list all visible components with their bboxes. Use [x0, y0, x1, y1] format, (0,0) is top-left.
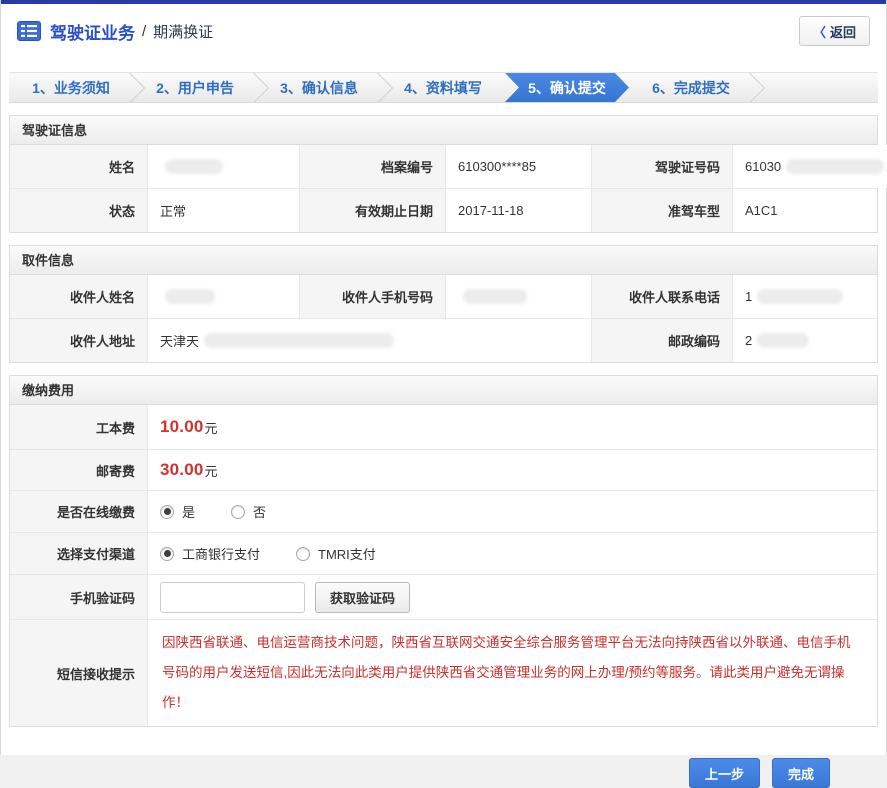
label-vehicle-class: 准驾车型 [592, 189, 733, 232]
page-title: 驾驶证业务 [50, 23, 135, 43]
radio-channel-tmri[interactable]: TMRI支付 [296, 544, 376, 563]
redacted-value [757, 289, 844, 304]
online-payment-row: 是否在线缴费 是 否 [10, 491, 877, 533]
label-postage-fee: 邮寄费 [10, 450, 148, 490]
sms-notice-text: 因陕西省联通、电信运营商技术问题，陕西省互联网交通安全综合服务管理平台无法向持陕… [148, 620, 877, 726]
label-recipient-mobile: 收件人手机号码 [300, 275, 446, 318]
page-header: 驾驶证业务 / 期满换证 〈 返回 [1, 4, 886, 58]
redacted-value [463, 289, 527, 304]
value-file-number: 610300****85 [446, 145, 592, 188]
section-pickup-info: 取件信息 收件人姓名 收件人手机号码 收件人联系电话 1 收件人地址 天津天 邮… [9, 245, 878, 363]
fee-row-postage: 邮寄费 30.00 元 [10, 450, 877, 491]
back-chevron-icon: 〈 [812, 24, 826, 40]
table-row: 收件人姓名 收件人手机号码 收件人联系电话 1 [10, 275, 877, 319]
section-pickup-title: 取件信息 [10, 246, 877, 275]
step-item-4: 4、资料填写 [404, 79, 482, 96]
label-recipient-name: 收件人姓名 [10, 275, 148, 318]
value-postage-fee: 30.00 元 [148, 450, 877, 490]
radio-unselected-icon [296, 546, 311, 561]
radio-online-yes[interactable]: 是 [160, 502, 195, 521]
radio-unselected-icon [231, 504, 246, 519]
radio-online-no[interactable]: 否 [231, 502, 266, 521]
page: 驾驶证业务 / 期满换证 〈 返回 1、业务须知 2、用户申告 3、确认信息 4… [0, 0, 887, 788]
postage-fee-amount: 30.00 [160, 460, 204, 479]
back-button[interactable]: 〈 返回 [798, 16, 870, 46]
step-item-3: 3、确认信息 [257, 73, 381, 102]
value-recipient-address: 天津天 [148, 319, 592, 362]
radio-selected-icon [160, 504, 174, 519]
value-postal-code: 2 [733, 319, 877, 362]
back-button-label: 返回 [829, 24, 856, 40]
section-license-title: 驾驶证信息 [10, 116, 877, 145]
production-fee-amount: 10.00 [160, 417, 204, 436]
table-row: 状态 正常 有效期止日期 2017-11-18 准驾车型 A1C1 [10, 189, 877, 232]
value-status: 正常 [148, 189, 300, 232]
radio-channel-icbc[interactable]: 工商银行支付 [160, 544, 260, 563]
label-online-payment: 是否在线缴费 [10, 491, 148, 532]
section-payment-title: 缴纳费用 [10, 376, 877, 405]
radio-selected-icon [160, 546, 174, 561]
label-file-number: 档案编号 [300, 145, 446, 188]
value-recipient-name [148, 275, 300, 318]
value-recipient-mobile [446, 275, 592, 318]
label-sms-code: 手机验证码 [10, 575, 148, 619]
breadcrumb-separator: / [142, 22, 147, 40]
redacted-value [165, 159, 223, 174]
label-payment-channel: 选择支付渠道 [10, 533, 148, 574]
page-subtitle: 期满换证 [153, 23, 214, 41]
value-name [148, 145, 300, 188]
value-recipient-phone: 1 [733, 275, 877, 318]
value-production-fee: 10.00 元 [148, 405, 877, 449]
value-license-number: 61030X [733, 145, 887, 188]
fee-row-production: 工本费 10.00 元 [10, 405, 877, 450]
sms-code-controls: 获取验证码 [148, 575, 877, 619]
label-license-number: 驾驶证号码 [592, 145, 733, 188]
section-payment-fees: 缴纳费用 工本费 10.00 元 邮寄费 30.00 元 是否在线缴费 是 否 … [9, 375, 878, 727]
wizard-step-nav: 1、业务须知 2、用户申告 3、确认信息 4、资料填写 5、确认提交 6、完成提… [9, 72, 878, 103]
table-row: 收件人地址 天津天 邮政编码 2 [10, 319, 877, 362]
label-postal-code: 邮政编码 [592, 319, 733, 362]
label-recipient-phone: 收件人联系电话 [592, 275, 733, 318]
document-list-icon [17, 21, 41, 41]
label-production-fee: 工本费 [10, 405, 148, 449]
step-item-2: 2、用户申告 [133, 73, 257, 102]
finish-button[interactable]: 完成 [771, 758, 830, 788]
redacted-value [757, 333, 810, 348]
sms-notice-row: 短信接收提示 因陕西省联通、电信运营商技术问题，陕西省互联网交通安全综合服务管理… [10, 620, 877, 726]
get-code-button[interactable]: 获取验证码 [315, 581, 411, 613]
value-valid-until: 2017-11-18 [446, 189, 592, 232]
radio-channel-icbc-label: 工商银行支付 [182, 547, 261, 562]
step-item-5-active: 5、确认提交 [505, 73, 629, 102]
production-fee-unit: 元 [204, 420, 218, 436]
label-name: 姓名 [10, 145, 148, 188]
redacted-value [165, 289, 215, 304]
label-recipient-address: 收件人地址 [10, 319, 148, 362]
radio-channel-tmri-label: TMRI支付 [318, 547, 376, 562]
previous-step-button[interactable]: 上一步 [688, 758, 760, 788]
sms-code-row: 手机验证码 获取验证码 [10, 575, 877, 620]
step-item-1: 1、业务须知 [9, 73, 133, 102]
redacted-value [204, 333, 395, 348]
radio-online-no-label: 否 [253, 505, 267, 520]
step-item-6: 6、完成提交 [629, 73, 753, 102]
redacted-value [786, 159, 885, 174]
label-sms-notice: 短信接收提示 [10, 620, 148, 726]
label-valid-until: 有效期止日期 [300, 189, 446, 232]
table-row: 姓名 档案编号 610300****85 驾驶证号码 61030X [10, 145, 887, 189]
label-status: 状态 [10, 189, 148, 232]
radio-online-yes-label: 是 [182, 505, 196, 520]
payment-channel-row: 选择支付渠道 工商银行支付 TMRI支付 [10, 533, 877, 575]
value-vehicle-class: A1C1 [733, 189, 877, 232]
section-license-info: 驾驶证信息 姓名 档案编号 610300****85 驾驶证号码 61030X … [9, 115, 887, 233]
step-nav-filler [753, 73, 878, 102]
footer-actions: 上一步 完成 [1, 727, 886, 788]
postage-fee-unit: 元 [204, 463, 218, 479]
payment-channel-options: 工商银行支付 TMRI支付 [148, 533, 877, 574]
online-payment-options: 是 否 [148, 491, 877, 532]
sms-code-input[interactable] [160, 581, 305, 613]
